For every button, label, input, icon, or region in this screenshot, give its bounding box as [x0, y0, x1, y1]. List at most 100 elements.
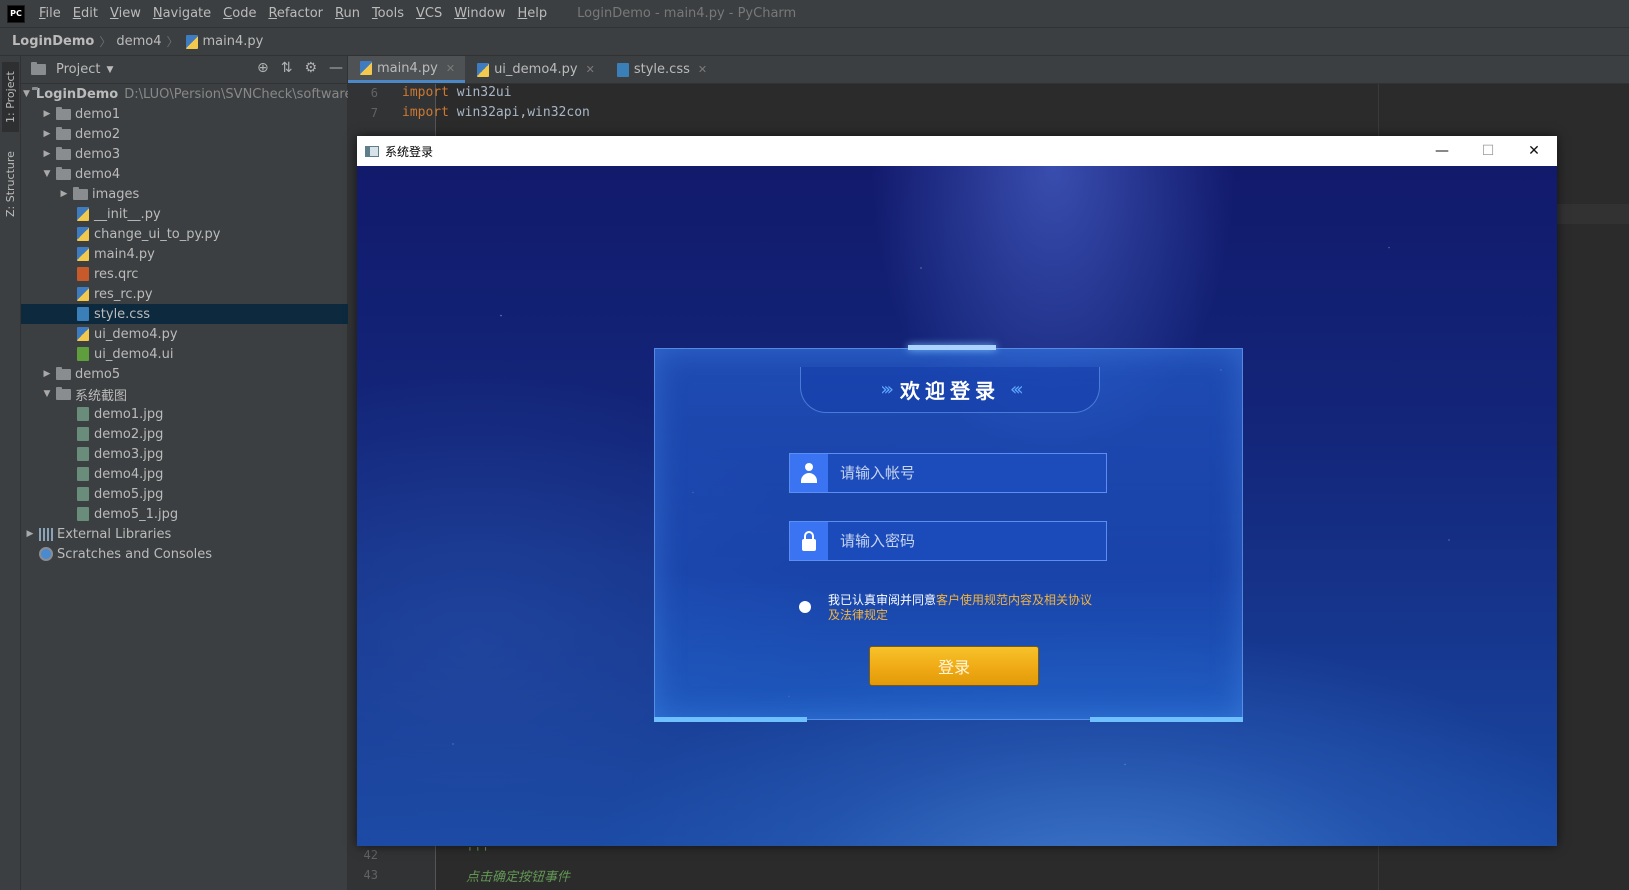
collapsed-arrow-icon[interactable]: ▶ — [40, 129, 54, 139]
menu-navigate[interactable]: Navigate — [147, 6, 217, 21]
collapsed-arrow-icon[interactable]: ▶ — [23, 529, 37, 539]
gear-icon[interactable]: ⚙ — [304, 60, 317, 76]
ui-file-icon — [77, 347, 89, 361]
tree-item-label: demo4 — [75, 166, 121, 182]
tree-item-ui-demo4-ui[interactable]: ui_demo4.ui — [21, 344, 348, 364]
tab-ui-demo4-py[interactable]: ui_demo4.py ✕ — [465, 56, 605, 83]
tree-item-label: External Libraries — [57, 526, 172, 542]
breadcrumb-project[interactable]: LoginDemo — [12, 34, 94, 49]
project-folder-icon — [31, 62, 46, 75]
menu-edit[interactable]: Edit — [67, 6, 104, 21]
tree-item-label: demo1.jpg — [94, 406, 164, 422]
tree-item-demo5-jpg[interactable]: demo5.jpg — [21, 484, 348, 504]
menu-file[interactable]: File — [33, 6, 67, 21]
tree-item-images[interactable]: ▶ images — [21, 184, 348, 204]
chevron-down-icon[interactable]: ▼ — [106, 65, 113, 75]
menu-tools[interactable]: Tools — [366, 6, 410, 21]
tool-tab-structure[interactable]: Z: Structure — [2, 146, 19, 222]
project-panel: Project ▼ ⊕ ⇅ ⚙ — ▼ LoginDemo D:\LUO\Per… — [21, 56, 348, 890]
tool-tab-project[interactable]: 1: Project — [2, 62, 19, 132]
tree-item-main4-py[interactable]: main4.py — [21, 244, 348, 264]
menu-code[interactable]: Code — [217, 6, 262, 21]
python-file-icon — [360, 61, 372, 75]
close-tab-icon[interactable]: ✕ — [446, 62, 455, 75]
menu-view[interactable]: View — [104, 6, 147, 21]
password-input[interactable] — [828, 522, 1106, 560]
tree-item-label: demo2 — [75, 126, 121, 142]
tree-item-label: change_ui_to_py.py — [94, 226, 221, 242]
menu-help[interactable]: Help — [512, 6, 554, 21]
code-line[interactable]: import win32ui — [402, 85, 512, 100]
close-tab-icon[interactable]: ✕ — [698, 63, 707, 76]
tree-item-demo1-jpg[interactable]: demo1.jpg — [21, 404, 348, 424]
image-file-icon — [77, 467, 89, 481]
login-panel: ››› 欢迎登录 ‹‹‹ 我已认真审阅并同意客户使用规范内容及相关协议及法律规定… — [654, 345, 1243, 722]
tree-item-label: demo3.jpg — [94, 446, 164, 462]
tree-item-demo3[interactable]: ▶ demo3 — [21, 144, 348, 164]
tree-item-demo4-jpg[interactable]: demo4.jpg — [21, 464, 348, 484]
tree-item-screenshots[interactable]: ▼ 系统截图 — [21, 384, 348, 404]
tree-item-demo3-jpg[interactable]: demo3.jpg — [21, 444, 348, 464]
minimize-button[interactable]: — — [1419, 136, 1465, 166]
menu-window[interactable]: Window — [448, 6, 511, 21]
tree-item-res-rc-py[interactable]: res_rc.py — [21, 284, 348, 304]
chevron-left-icon: ‹‹‹ — [1010, 379, 1023, 400]
collapsed-arrow-icon[interactable]: ▶ — [40, 109, 54, 119]
expanded-arrow-icon[interactable]: ▼ — [40, 169, 54, 179]
python-file-icon — [77, 227, 89, 241]
code-text: win32ui — [448, 85, 512, 100]
agreement-radio[interactable] — [799, 601, 811, 613]
close-tab-icon[interactable]: ✕ — [586, 63, 595, 76]
python-file-icon — [477, 62, 490, 77]
hide-icon[interactable]: — — [329, 60, 343, 76]
tree-item-demo2[interactable]: ▶ demo2 — [21, 124, 348, 144]
tree-item-label: demo5_1.jpg — [94, 506, 179, 522]
maximize-button[interactable]: ☐ — [1465, 136, 1511, 166]
user-icon — [790, 454, 828, 492]
tab-main4-py[interactable]: main4.py ✕ — [348, 56, 466, 83]
login-button[interactable]: 登录 — [869, 646, 1039, 686]
menu-refactor[interactable]: Refactor — [262, 6, 329, 21]
tree-item-demo1[interactable]: ▶ demo1 — [21, 104, 348, 124]
expanded-arrow-icon[interactable]: ▼ — [23, 89, 30, 99]
menu-vcs[interactable]: VCS — [410, 6, 448, 21]
tree-item-demo5[interactable]: ▶ demo5 — [21, 364, 348, 384]
tree-item-init-py[interactable]: __init__.py — [21, 204, 348, 224]
expanded-arrow-icon[interactable]: ▼ — [40, 389, 54, 399]
menu-run[interactable]: Run — [329, 6, 366, 21]
username-input[interactable] — [828, 454, 1106, 492]
tab-style-css[interactable]: style.css ✕ — [605, 56, 717, 83]
tree-item-demo4[interactable]: ▼ demo4 — [21, 164, 348, 184]
collapsed-arrow-icon[interactable]: ▶ — [40, 149, 54, 159]
tree-root[interactable]: ▼ LoginDemo D:\LUO\Persion\SVNCheck\soft… — [21, 84, 348, 104]
collapsed-arrow-icon[interactable]: ▶ — [57, 189, 71, 199]
collapse-all-icon[interactable]: ⇅ — [281, 60, 293, 76]
login-dialog-window: 系统登录 — ☐ ✕ ››› 欢迎登录 ‹‹‹ 请输入帐号 我已认真审阅并同意客… — [357, 136, 1557, 846]
code-line[interactable]: 点击确定按钮事件 — [466, 866, 570, 885]
code-line[interactable]: ''' — [466, 846, 489, 861]
tree-item-style-css[interactable]: style.css — [21, 304, 348, 324]
tree-item-label: ui_demo4.py — [94, 326, 178, 342]
tree-item-change-ui-to-py[interactable]: change_ui_to_py.py — [21, 224, 348, 244]
breadcrumb-file[interactable]: main4.py — [203, 34, 264, 49]
tree-item-label: demo3 — [75, 146, 121, 162]
tree-item-res-qrc[interactable]: res.qrc — [21, 264, 348, 284]
tree-item-ui-demo4-py[interactable]: ui_demo4.py — [21, 324, 348, 344]
locate-icon[interactable]: ⊕ — [257, 60, 269, 76]
library-icon — [39, 527, 53, 541]
project-tree: ▼ LoginDemo D:\LUO\Persion\SVNCheck\soft… — [21, 84, 348, 564]
tab-label: main4.py — [377, 60, 438, 76]
tree-item-scratches[interactable]: Scratches and Consoles — [21, 544, 348, 564]
dialog-titlebar[interactable]: 系统登录 — ☐ ✕ — [357, 136, 1557, 166]
dialog-title: 系统登录 — [385, 144, 434, 159]
tree-item-demo2-jpg[interactable]: demo2.jpg — [21, 424, 348, 444]
code-line[interactable]: import win32api,win32con — [402, 105, 590, 120]
agreement-text: 我已认真审阅并同意客户使用规范内容及相关协议及法律规定 — [828, 593, 1099, 623]
tree-item-demo5-1-jpg[interactable]: demo5_1.jpg — [21, 504, 348, 524]
breadcrumb-folder[interactable]: demo4 — [116, 34, 161, 49]
tree-item-external-libraries[interactable]: ▶ External Libraries — [21, 524, 348, 544]
folder-icon — [56, 146, 71, 160]
collapsed-arrow-icon[interactable]: ▶ — [40, 369, 54, 379]
project-panel-title[interactable]: Project — [56, 62, 100, 77]
close-button[interactable]: ✕ — [1511, 136, 1557, 166]
